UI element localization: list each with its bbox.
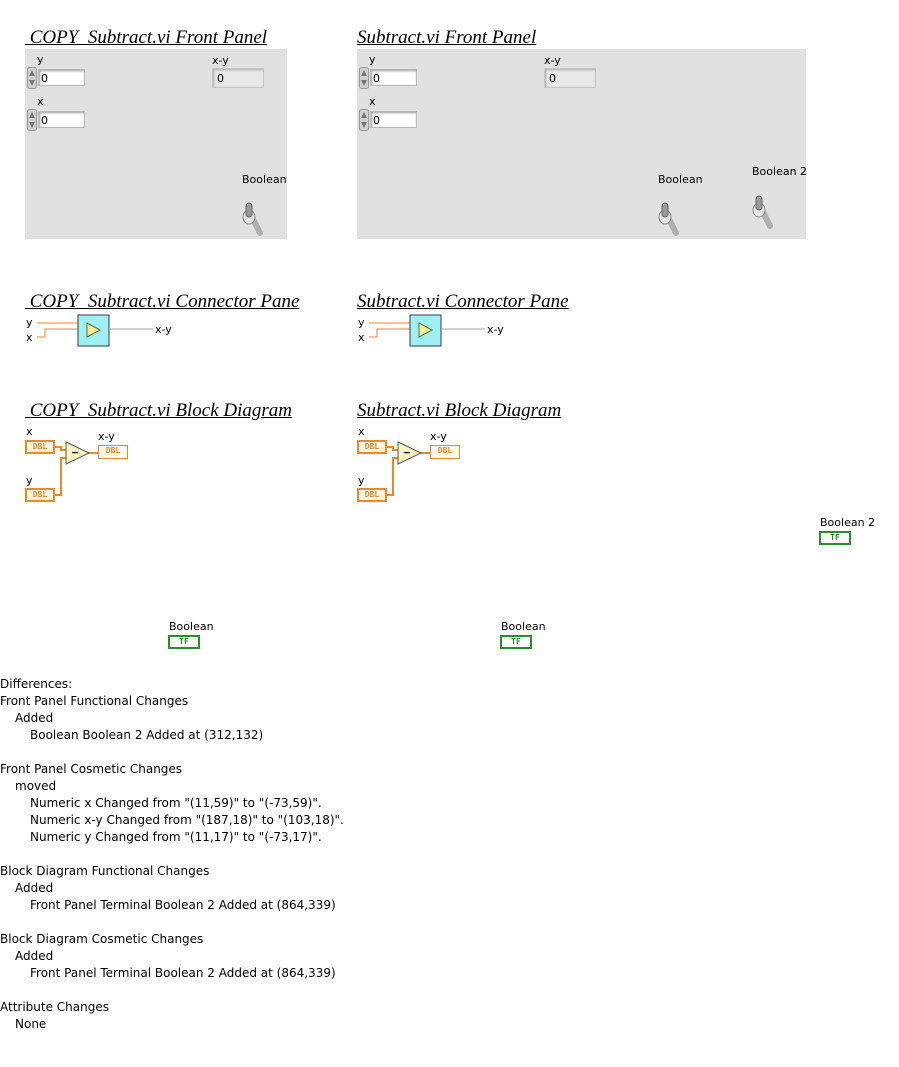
xy-numeric-indicator: 0 (544, 68, 596, 88)
x-dbl-terminal[interactable]: DBL (357, 440, 387, 454)
x-numeric-control[interactable]: 0 (38, 111, 85, 128)
y-terminal-label: y (358, 474, 365, 487)
bd-cosmetic-item: Front Panel Terminal Boolean 2 Added at … (30, 966, 336, 980)
x-dbl-terminal[interactable]: DBL (25, 440, 55, 454)
fp-cosmetic-moved: moved (15, 779, 57, 793)
spinner-arrows-icon[interactable] (359, 67, 369, 89)
spinner-arrows-icon[interactable] (27, 67, 37, 89)
spinner-arrows-icon[interactable] (359, 109, 369, 131)
connector-input-y: y (26, 316, 33, 329)
xy-numeric-indicator: 0 (212, 68, 264, 88)
y-numeric-control[interactable]: 0 (38, 69, 85, 86)
y-dbl-terminal[interactable]: DBL (357, 488, 387, 502)
x-label: x (369, 95, 376, 108)
bd-functional-heading: Block Diagram Functional Changes (0, 864, 210, 878)
y-numeric-control[interactable]: 0 (370, 69, 417, 86)
boolean2-tf-terminal[interactable]: TF (819, 531, 851, 545)
x-numeric-control[interactable]: 0 (370, 111, 417, 128)
boolean-label: Boolean (242, 173, 287, 186)
boolean-terminal-label: Boolean (501, 620, 546, 633)
xy-dbl-indicator-terminal[interactable]: DBL (430, 445, 460, 459)
spinner-arrows-icon[interactable] (27, 109, 37, 131)
connector-title: Subtract.vi Connector Pane (357, 291, 569, 312)
bd-functional-item: Front Panel Terminal Boolean 2 Added at … (30, 898, 336, 912)
fp-functional-item: Boolean Boolean 2 Added at (312,132) (30, 728, 264, 742)
toggle-switch-icon[interactable] (240, 199, 264, 237)
connector-input-y: y (358, 316, 365, 329)
boolean-label: Boolean (658, 173, 703, 186)
connector-input-x: x (358, 331, 365, 344)
toggle-switch-icon[interactable] (750, 192, 774, 230)
differences-report: Differences: Front Panel Functional Chan… (0, 676, 440, 1033)
copy-front-panel: y 0 x 0 x-y 0 Boolean (25, 49, 287, 239)
xy-dbl-indicator-terminal[interactable]: DBL (98, 445, 128, 459)
toggle-switch-icon[interactable] (656, 199, 680, 237)
xy-label: x-y (544, 54, 561, 67)
bd-functional-added: Added (15, 881, 54, 895)
front-panel: y 0 x 0 x-y 0 Boolean Boolean 2 (357, 49, 808, 239)
fp-cosmetic-item: Numeric y Changed from "(11,17)" to "(-7… (30, 830, 322, 844)
fp-cosmetic-item: Numeric x-y Changed from "(187,18)" to "… (30, 813, 344, 827)
copy-boolean-terminal-label: Boolean (169, 620, 214, 633)
y-terminal-label: y (26, 474, 33, 487)
x-terminal-label: x (26, 425, 33, 438)
block-diagram-title: Subtract.vi Block Diagram (357, 400, 562, 421)
subtract-symbol: − (403, 446, 411, 459)
bd-cosmetic-added: Added (15, 949, 54, 963)
fp-cosmetic-item: Numeric x Changed from "(11,59)" to "(-7… (30, 796, 322, 810)
copy-boolean-tf-terminal[interactable]: TF (168, 635, 200, 649)
fp-functional-heading: Front Panel Functional Changes (0, 694, 189, 708)
subtract-symbol: − (71, 446, 79, 459)
connector-pane: y x x-y (357, 313, 517, 353)
copy-block-diagram: − x DBL y DBL x-y DBL (25, 424, 145, 506)
copy-connector-title: COPY Subtract.vi Connector Pane (25, 291, 300, 312)
fp-cosmetic-heading: Front Panel Cosmetic Changes (0, 762, 183, 776)
boolean2-label: Boolean 2 (752, 165, 808, 178)
boolean2-terminal-label: Boolean 2 (820, 516, 876, 529)
copy-connector-pane: y x x-y (25, 313, 185, 353)
boolean-tf-terminal[interactable]: TF (500, 635, 532, 649)
connector-input-x: x (26, 331, 33, 344)
x-label: x (37, 95, 44, 108)
fp-functional-added: Added (15, 711, 54, 725)
bd-cosmetic-heading: Block Diagram Cosmetic Changes (0, 932, 204, 946)
y-dbl-terminal[interactable]: DBL (25, 488, 55, 502)
differences-heading: Differences: (0, 677, 73, 691)
connector-output-xy: x-y (487, 323, 504, 336)
copy-front-panel-title: COPY Subtract.vi Front Panel (25, 27, 268, 48)
xy-terminal-label: x-y (430, 430, 447, 443)
copy-block-diagram-title: COPY Subtract.vi Block Diagram (25, 400, 293, 421)
block-diagram: − x DBL y DBL x-y DBL (357, 424, 477, 506)
attribute-changes-none: None (15, 1017, 47, 1031)
connector-output-xy: x-y (155, 323, 172, 336)
y-label: y (37, 53, 44, 66)
xy-terminal-label: x-y (98, 430, 115, 443)
attribute-changes-heading: Attribute Changes (0, 1000, 109, 1014)
y-label: y (369, 53, 376, 66)
front-panel-title: Subtract.vi Front Panel (357, 27, 537, 48)
x-terminal-label: x (358, 425, 365, 438)
xy-label: x-y (212, 54, 229, 67)
